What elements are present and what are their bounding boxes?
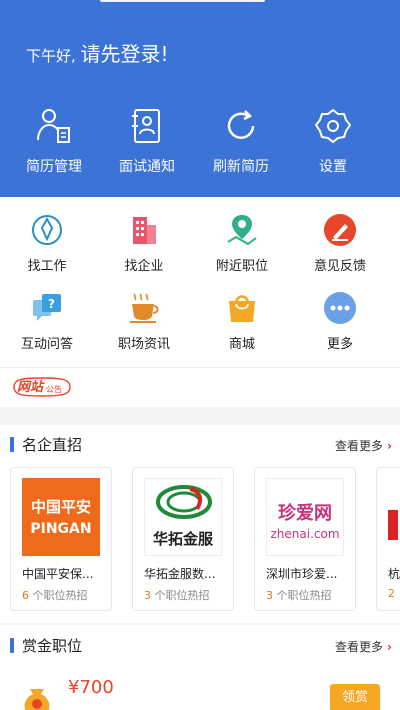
company-name: 杭 xyxy=(388,567,400,581)
famous-more-link[interactable]: 查看更多 › xyxy=(335,437,392,454)
find-job-icon xyxy=(32,215,62,245)
notice-tag-main: 网站 xyxy=(17,379,45,395)
chevron-right-icon: › xyxy=(387,439,392,453)
top-divider xyxy=(100,0,265,2)
company-card[interactable]: 中国平安 PINGAN 中国平安保... 6 个职位热招 xyxy=(10,467,112,611)
refresh-resume-label: 刷新简历 xyxy=(213,159,269,175)
site-notice-bar[interactable]: 网站 公告 xyxy=(0,367,400,407)
company-name: 华拓金服数... xyxy=(144,567,216,581)
question-chat-icon: ? xyxy=(33,294,61,321)
header-panel: 下午好, 请先登录! 简历管理 面试通知 刷新简历 设置 xyxy=(0,0,400,197)
resume-user-icon xyxy=(37,109,70,143)
mall-label: 商城 xyxy=(228,337,255,352)
feedback-pen-icon xyxy=(324,214,356,246)
zhenai-logo-en: zhenai.com xyxy=(270,527,340,541)
reward-more-text: 查看更多 xyxy=(335,640,384,654)
settings-label: 设置 xyxy=(319,159,347,175)
company-name: 中国平安保... xyxy=(22,567,94,581)
pingan-logo: 中国平安 PINGAN xyxy=(22,478,100,556)
svg-text:?: ? xyxy=(48,297,55,311)
company-jobs: 3 个职位热招 xyxy=(144,587,210,603)
find-job-button[interactable]: 找工作 xyxy=(2,212,92,274)
claim-reward-button[interactable]: 领赏 xyxy=(330,684,380,710)
reward-section-title: 赏金职位 xyxy=(10,635,82,656)
reward-job-card[interactable]: ¥700 领赏 xyxy=(10,667,390,710)
gear-icon xyxy=(315,109,351,143)
section-accent-bar xyxy=(10,437,14,452)
workplace-news-button[interactable]: 职场资讯 xyxy=(99,290,189,352)
company-jobs: 6 个职位热招 xyxy=(22,587,88,603)
more-button[interactable]: 更多 xyxy=(295,290,385,352)
login-greeting[interactable]: 下午好, 请先登录! xyxy=(26,38,169,67)
zhenai-logo: 珍爱网 zhenai.com xyxy=(266,478,344,556)
shopping-bag-icon xyxy=(229,295,255,322)
huatuo-logo: 华拓金服 xyxy=(144,478,222,556)
qa-label: 互动问答 xyxy=(20,337,73,352)
find-job-label: 找工作 xyxy=(27,259,67,274)
company-jobs-suffix: 个职位热招 xyxy=(273,589,332,602)
pingan-logo-en: PINGAN xyxy=(30,521,92,537)
partial-logo xyxy=(388,510,398,540)
interview-notice-label: 面试通知 xyxy=(119,159,175,175)
settings-button[interactable]: 设置 xyxy=(288,106,378,176)
huatuo-logo-mark xyxy=(156,485,212,519)
more-dots-icon xyxy=(324,292,356,324)
interview-notice-button[interactable]: 面试通知 xyxy=(102,106,192,176)
greeting-time: 下午好, xyxy=(26,47,81,65)
company-jobs-count: 6 xyxy=(22,589,29,602)
site-notice-tag: 网站 公告 xyxy=(13,377,71,397)
chevron-right-icon: › xyxy=(387,640,392,654)
famous-section-title: 名企直招 xyxy=(10,434,82,455)
refresh-icon xyxy=(227,110,255,139)
company-jobs-count: 3 xyxy=(144,589,151,602)
building-icon xyxy=(133,217,156,244)
refresh-resume-button[interactable]: 刷新简历 xyxy=(196,106,286,176)
map-pin-icon xyxy=(227,215,257,246)
huatuo-logo-text: 华拓金服 xyxy=(152,530,213,548)
nearby-jobs-button[interactable]: 附近职位 xyxy=(197,212,287,274)
famous-more-text: 查看更多 xyxy=(335,439,384,453)
famous-title-text: 名企直招 xyxy=(22,436,83,454)
greeting-login: 请先登录! xyxy=(80,42,169,66)
resume-manage-label: 简历管理 xyxy=(26,159,82,175)
more-label: 更多 xyxy=(326,337,353,352)
money-bag-icon xyxy=(24,689,50,710)
mall-button[interactable]: 商城 xyxy=(197,290,287,352)
qa-button[interactable]: ? 互动问答 xyxy=(2,290,92,352)
company-jobs: 3 个职位热招 xyxy=(266,587,332,603)
find-company-label: 找企业 xyxy=(124,259,164,274)
company-card[interactable]: 珍爱网 zhenai.com 深圳市珍爱... 3 个职位热招 xyxy=(254,467,356,611)
find-company-button[interactable]: 找企业 xyxy=(99,212,189,274)
company-jobs-suffix: 个职位热招 xyxy=(29,589,88,602)
section-accent-bar xyxy=(10,638,14,653)
pingan-logo-cn: 中国平安 xyxy=(30,498,91,516)
notice-tag-sub: 公告 xyxy=(46,384,62,394)
zhenai-logo-cn: 珍爱网 xyxy=(278,503,332,524)
reward-title-text: 赏金职位 xyxy=(22,637,83,655)
company-card[interactable]: 华拓金服 华拓金服数... 3 个职位热招 xyxy=(132,467,234,611)
feedback-label: 意见反馈 xyxy=(313,259,366,274)
function-grid: 找工作 找企业 附近职位 意见反馈 ? 互动问答 职场资讯 商城 更多 xyxy=(0,197,400,367)
feedback-button[interactable]: 意见反馈 xyxy=(295,212,385,274)
nearby-jobs-label: 附近职位 xyxy=(215,259,268,274)
company-jobs-suffix: 个职位热招 xyxy=(151,589,210,602)
interview-notice-icon xyxy=(132,109,160,143)
company-name: 深圳市珍爱... xyxy=(266,567,338,581)
company-jobs-count: 2 xyxy=(388,587,395,600)
reward-more-link[interactable]: 查看更多 › xyxy=(335,638,392,655)
company-jobs: 2 xyxy=(388,587,395,600)
company-card-partial[interactable]: 杭 2 xyxy=(376,467,400,611)
resume-manage-button[interactable]: 简历管理 xyxy=(9,106,99,176)
company-jobs-count: 3 xyxy=(266,589,273,602)
reward-price: ¥700 xyxy=(68,677,114,698)
workplace-news-label: 职场资讯 xyxy=(117,337,170,352)
coffee-cup-icon xyxy=(130,293,159,323)
